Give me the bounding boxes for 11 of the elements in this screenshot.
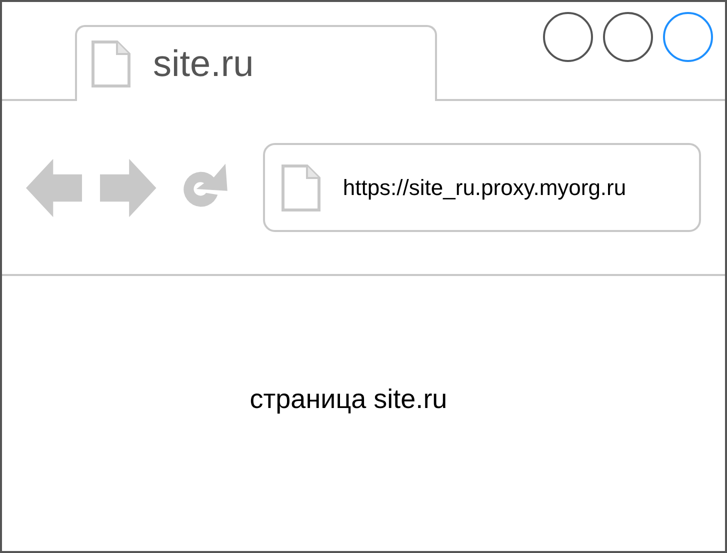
- tab-title: site.ru: [153, 43, 254, 85]
- window-button[interactable]: [603, 12, 653, 62]
- page-icon: [91, 40, 131, 88]
- browser-tab[interactable]: site.ru: [75, 25, 437, 101]
- forward-icon[interactable]: [100, 158, 157, 218]
- page-text: страница site.ru: [250, 384, 448, 416]
- back-icon[interactable]: [26, 158, 82, 218]
- address-field[interactable]: https://site_ru.proxy.myorg.ru: [262, 143, 701, 232]
- window-button[interactable]: [543, 12, 593, 62]
- page-icon: [280, 164, 321, 212]
- window-button[interactable]: [663, 12, 713, 62]
